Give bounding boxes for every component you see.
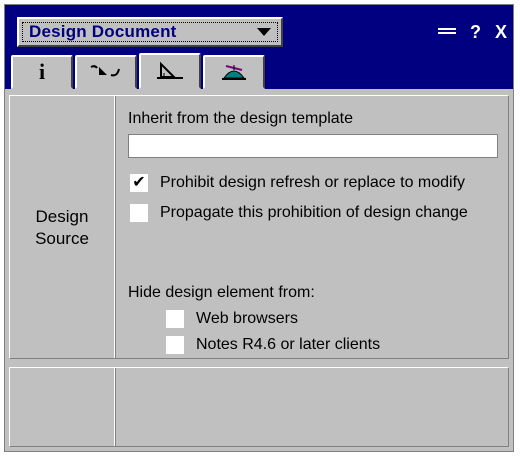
tab-fields[interactable] xyxy=(75,55,137,89)
design-ruler-icon xyxy=(157,61,183,79)
propeller-hat-icon xyxy=(222,65,246,80)
tab-strip: i xyxy=(11,53,267,89)
hide-web-browsers-checkbox[interactable] xyxy=(166,310,184,328)
title-bar: Design Document ? X i xyxy=(5,5,513,89)
tab-design[interactable] xyxy=(139,53,201,89)
section-label: Design Source xyxy=(10,206,114,250)
checkmark-icon: ✔ xyxy=(132,174,146,191)
chevron-down-icon xyxy=(257,28,271,36)
inherit-template-input[interactable] xyxy=(128,134,498,158)
propagate-prohibition-checkbox[interactable] xyxy=(130,204,148,222)
tab-info[interactable]: i xyxy=(11,55,73,89)
hide-web-browsers-label: Web browsers xyxy=(196,310,298,327)
properties-content: Design Source Inherit from the design te… xyxy=(5,89,513,451)
hide-design-element-label: Hide design element from: xyxy=(128,284,315,301)
hide-notes-clients-checkbox[interactable] xyxy=(166,336,184,354)
propagate-prohibition-label: Propagate this prohibition of design cha… xyxy=(160,204,468,221)
design-source-panel: Design Source Inherit from the design te… xyxy=(9,95,509,359)
section-label-line-2: Source xyxy=(35,229,89,248)
inherit-template-label: Inherit from the design template xyxy=(128,110,354,127)
empty-label-column xyxy=(10,368,115,446)
tab-hide-when[interactable] xyxy=(203,55,265,89)
section-label-column: Design Source xyxy=(10,96,115,358)
hide-notes-clients-label: Notes R4.6 or later clients xyxy=(196,336,381,353)
prohibit-refresh-checkbox[interactable]: ✔ xyxy=(130,174,148,192)
properties-type-label: Design Document xyxy=(29,22,177,41)
help-button[interactable]: ? xyxy=(470,23,481,41)
design-document-properties-window: Design Document ? X i Design Source Inhe… xyxy=(4,4,514,452)
prohibit-refresh-label: Prohibit design refresh or replace to mo… xyxy=(160,174,466,191)
section-label-line-1: Design xyxy=(35,207,89,226)
title-bar-buttons: ? X xyxy=(437,17,507,47)
field-properties-icon xyxy=(90,65,120,77)
empty-section-panel xyxy=(9,367,509,447)
menu-button[interactable] xyxy=(437,28,456,36)
info-icon: i xyxy=(38,59,46,84)
close-button[interactable]: X xyxy=(495,23,507,41)
properties-type-select[interactable]: Design Document xyxy=(17,17,283,47)
